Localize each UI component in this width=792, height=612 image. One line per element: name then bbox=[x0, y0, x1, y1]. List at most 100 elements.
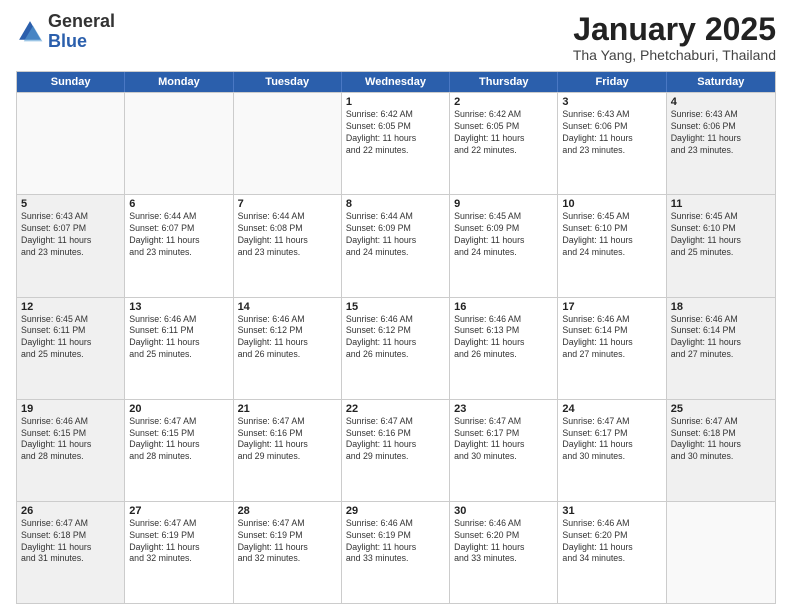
calendar-week: 19Sunrise: 6:46 AM Sunset: 6:15 PM Dayli… bbox=[17, 399, 775, 501]
calendar-cell: 31Sunrise: 6:46 AM Sunset: 6:20 PM Dayli… bbox=[558, 502, 666, 603]
header: General Blue January 2025 Tha Yang, Phet… bbox=[16, 12, 776, 63]
day-number: 25 bbox=[671, 403, 771, 415]
page: General Blue January 2025 Tha Yang, Phet… bbox=[0, 0, 792, 612]
calendar-cell: 30Sunrise: 6:46 AM Sunset: 6:20 PM Dayli… bbox=[450, 502, 558, 603]
calendar-header-cell: Friday bbox=[558, 72, 666, 92]
calendar-cell: 1Sunrise: 6:42 AM Sunset: 6:05 PM Daylig… bbox=[342, 93, 450, 194]
calendar-cell: 27Sunrise: 6:47 AM Sunset: 6:19 PM Dayli… bbox=[125, 502, 233, 603]
day-number: 3 bbox=[562, 96, 661, 108]
day-info: Sunrise: 6:46 AM Sunset: 6:20 PM Dayligh… bbox=[562, 518, 661, 566]
day-number: 18 bbox=[671, 301, 771, 313]
calendar-cell: 23Sunrise: 6:47 AM Sunset: 6:17 PM Dayli… bbox=[450, 400, 558, 501]
day-info: Sunrise: 6:46 AM Sunset: 6:20 PM Dayligh… bbox=[454, 518, 553, 566]
day-info: Sunrise: 6:47 AM Sunset: 6:19 PM Dayligh… bbox=[238, 518, 337, 566]
title-block: January 2025 Tha Yang, Phetchaburi, Thai… bbox=[573, 12, 776, 63]
day-number: 31 bbox=[562, 505, 661, 517]
day-info: Sunrise: 6:44 AM Sunset: 6:08 PM Dayligh… bbox=[238, 211, 337, 259]
calendar-cell-empty bbox=[234, 93, 342, 194]
day-number: 2 bbox=[454, 96, 553, 108]
day-number: 6 bbox=[129, 198, 228, 210]
day-number: 14 bbox=[238, 301, 337, 313]
day-number: 13 bbox=[129, 301, 228, 313]
day-info: Sunrise: 6:45 AM Sunset: 6:09 PM Dayligh… bbox=[454, 211, 553, 259]
calendar-cell: 19Sunrise: 6:46 AM Sunset: 6:15 PM Dayli… bbox=[17, 400, 125, 501]
day-number: 12 bbox=[21, 301, 120, 313]
calendar-cell: 28Sunrise: 6:47 AM Sunset: 6:19 PM Dayli… bbox=[234, 502, 342, 603]
day-number: 22 bbox=[346, 403, 445, 415]
day-info: Sunrise: 6:47 AM Sunset: 6:17 PM Dayligh… bbox=[562, 416, 661, 464]
calendar-cell: 22Sunrise: 6:47 AM Sunset: 6:16 PM Dayli… bbox=[342, 400, 450, 501]
calendar-week: 12Sunrise: 6:45 AM Sunset: 6:11 PM Dayli… bbox=[17, 297, 775, 399]
day-number: 20 bbox=[129, 403, 228, 415]
day-info: Sunrise: 6:46 AM Sunset: 6:14 PM Dayligh… bbox=[671, 314, 771, 362]
day-number: 16 bbox=[454, 301, 553, 313]
day-info: Sunrise: 6:47 AM Sunset: 6:19 PM Dayligh… bbox=[129, 518, 228, 566]
calendar-cell: 29Sunrise: 6:46 AM Sunset: 6:19 PM Dayli… bbox=[342, 502, 450, 603]
day-number: 29 bbox=[346, 505, 445, 517]
calendar-cell: 20Sunrise: 6:47 AM Sunset: 6:15 PM Dayli… bbox=[125, 400, 233, 501]
day-info: Sunrise: 6:45 AM Sunset: 6:10 PM Dayligh… bbox=[671, 211, 771, 259]
calendar-cell: 13Sunrise: 6:46 AM Sunset: 6:11 PM Dayli… bbox=[125, 298, 233, 399]
calendar-cell-empty bbox=[125, 93, 233, 194]
calendar-header-cell: Wednesday bbox=[342, 72, 450, 92]
day-number: 30 bbox=[454, 505, 553, 517]
day-info: Sunrise: 6:44 AM Sunset: 6:07 PM Dayligh… bbox=[129, 211, 228, 259]
day-info: Sunrise: 6:47 AM Sunset: 6:18 PM Dayligh… bbox=[21, 518, 120, 566]
day-info: Sunrise: 6:42 AM Sunset: 6:05 PM Dayligh… bbox=[346, 109, 445, 157]
day-number: 11 bbox=[671, 198, 771, 210]
calendar-cell: 9Sunrise: 6:45 AM Sunset: 6:09 PM Daylig… bbox=[450, 195, 558, 296]
day-number: 27 bbox=[129, 505, 228, 517]
day-number: 15 bbox=[346, 301, 445, 313]
calendar-cell: 5Sunrise: 6:43 AM Sunset: 6:07 PM Daylig… bbox=[17, 195, 125, 296]
calendar-header-cell: Monday bbox=[125, 72, 233, 92]
day-info: Sunrise: 6:47 AM Sunset: 6:15 PM Dayligh… bbox=[129, 416, 228, 464]
logo-blue-text: Blue bbox=[48, 31, 87, 51]
day-info: Sunrise: 6:46 AM Sunset: 6:12 PM Dayligh… bbox=[346, 314, 445, 362]
logo-general-text: General bbox=[48, 11, 115, 31]
calendar-cell-empty bbox=[17, 93, 125, 194]
calendar-cell-empty bbox=[667, 502, 775, 603]
calendar-cell: 8Sunrise: 6:44 AM Sunset: 6:09 PM Daylig… bbox=[342, 195, 450, 296]
day-number: 23 bbox=[454, 403, 553, 415]
calendar-cell: 21Sunrise: 6:47 AM Sunset: 6:16 PM Dayli… bbox=[234, 400, 342, 501]
calendar-cell: 14Sunrise: 6:46 AM Sunset: 6:12 PM Dayli… bbox=[234, 298, 342, 399]
day-info: Sunrise: 6:46 AM Sunset: 6:15 PM Dayligh… bbox=[21, 416, 120, 464]
calendar-cell: 24Sunrise: 6:47 AM Sunset: 6:17 PM Dayli… bbox=[558, 400, 666, 501]
calendar-week: 1Sunrise: 6:42 AM Sunset: 6:05 PM Daylig… bbox=[17, 92, 775, 194]
day-info: Sunrise: 6:46 AM Sunset: 6:19 PM Dayligh… bbox=[346, 518, 445, 566]
day-number: 17 bbox=[562, 301, 661, 313]
calendar-header-cell: Thursday bbox=[450, 72, 558, 92]
day-info: Sunrise: 6:42 AM Sunset: 6:05 PM Dayligh… bbox=[454, 109, 553, 157]
calendar-cell: 4Sunrise: 6:43 AM Sunset: 6:06 PM Daylig… bbox=[667, 93, 775, 194]
calendar-cell: 2Sunrise: 6:42 AM Sunset: 6:05 PM Daylig… bbox=[450, 93, 558, 194]
calendar-week: 5Sunrise: 6:43 AM Sunset: 6:07 PM Daylig… bbox=[17, 194, 775, 296]
day-number: 9 bbox=[454, 198, 553, 210]
day-info: Sunrise: 6:45 AM Sunset: 6:11 PM Dayligh… bbox=[21, 314, 120, 362]
day-info: Sunrise: 6:47 AM Sunset: 6:16 PM Dayligh… bbox=[238, 416, 337, 464]
day-info: Sunrise: 6:46 AM Sunset: 6:12 PM Dayligh… bbox=[238, 314, 337, 362]
calendar-body: 1Sunrise: 6:42 AM Sunset: 6:05 PM Daylig… bbox=[17, 92, 775, 603]
calendar-cell: 11Sunrise: 6:45 AM Sunset: 6:10 PM Dayli… bbox=[667, 195, 775, 296]
calendar-cell: 16Sunrise: 6:46 AM Sunset: 6:13 PM Dayli… bbox=[450, 298, 558, 399]
day-info: Sunrise: 6:47 AM Sunset: 6:16 PM Dayligh… bbox=[346, 416, 445, 464]
day-number: 24 bbox=[562, 403, 661, 415]
day-number: 10 bbox=[562, 198, 661, 210]
calendar-cell: 10Sunrise: 6:45 AM Sunset: 6:10 PM Dayli… bbox=[558, 195, 666, 296]
calendar-cell: 3Sunrise: 6:43 AM Sunset: 6:06 PM Daylig… bbox=[558, 93, 666, 194]
day-info: Sunrise: 6:43 AM Sunset: 6:07 PM Dayligh… bbox=[21, 211, 120, 259]
day-info: Sunrise: 6:46 AM Sunset: 6:11 PM Dayligh… bbox=[129, 314, 228, 362]
day-info: Sunrise: 6:46 AM Sunset: 6:14 PM Dayligh… bbox=[562, 314, 661, 362]
day-number: 21 bbox=[238, 403, 337, 415]
day-number: 7 bbox=[238, 198, 337, 210]
calendar-title: January 2025 bbox=[573, 12, 776, 47]
day-number: 1 bbox=[346, 96, 445, 108]
day-info: Sunrise: 6:47 AM Sunset: 6:18 PM Dayligh… bbox=[671, 416, 771, 464]
day-number: 4 bbox=[671, 96, 771, 108]
calendar-week: 26Sunrise: 6:47 AM Sunset: 6:18 PM Dayli… bbox=[17, 501, 775, 603]
calendar: SundayMondayTuesdayWednesdayThursdayFrid… bbox=[16, 71, 776, 604]
day-info: Sunrise: 6:43 AM Sunset: 6:06 PM Dayligh… bbox=[671, 109, 771, 157]
logo: General Blue bbox=[16, 12, 115, 52]
calendar-header-row: SundayMondayTuesdayWednesdayThursdayFrid… bbox=[17, 72, 775, 92]
day-number: 28 bbox=[238, 505, 337, 517]
calendar-cell: 17Sunrise: 6:46 AM Sunset: 6:14 PM Dayli… bbox=[558, 298, 666, 399]
